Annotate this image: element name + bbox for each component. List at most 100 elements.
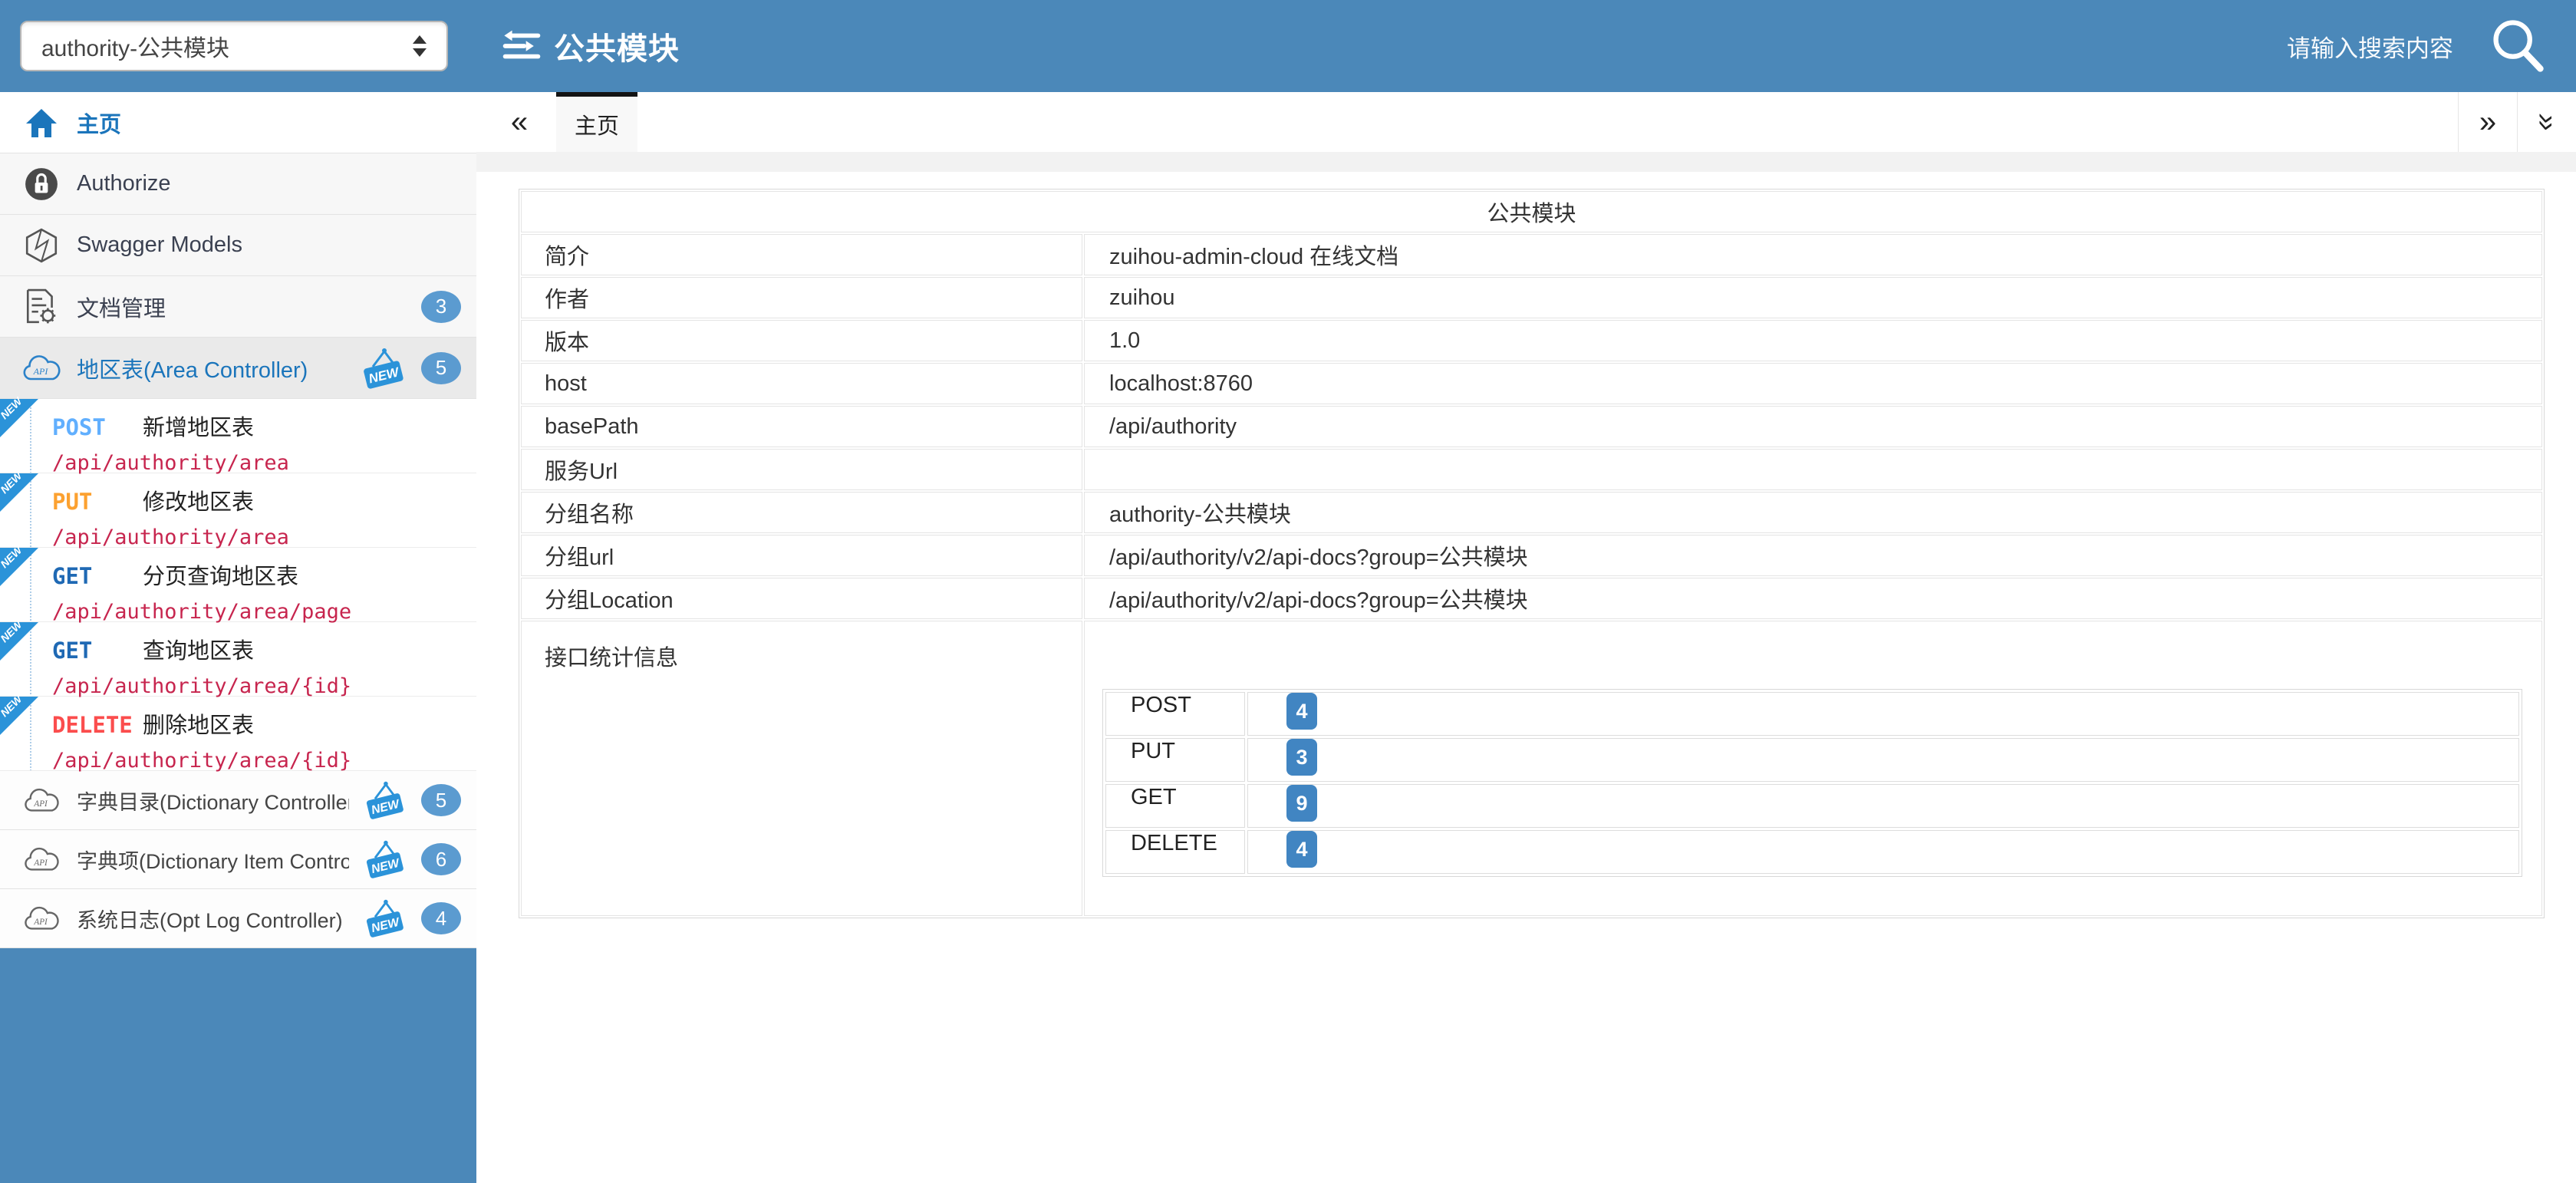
sidebar-item-label: 地区表(Area Controller) [77, 352, 346, 384]
endpoint-title: 分页查询地区表 [143, 559, 298, 591]
count-badge: 6 [421, 843, 461, 875]
new-ribbon-icon: NEW [0, 697, 38, 735]
svg-text:API: API [33, 858, 48, 867]
table-row: 分组名称 authority-公共模块 [521, 492, 2542, 533]
new-ribbon-icon: NEW [0, 399, 38, 437]
table-row: host localhost:8760 [521, 363, 2542, 404]
table-row: 分组url /api/authority/v2/api-docs?group=公… [521, 535, 2542, 576]
sidebar-item-home[interactable]: 主页 [0, 92, 476, 153]
sidebar-item-label: Authorize [77, 171, 461, 196]
sidebar-item-dictionary-item-controller[interactable]: API 字典项(Dictionary Item Controller) NEW … [0, 830, 476, 889]
top-header: authority-公共模块 公共模块 请输入搜索内容 [0, 0, 2576, 92]
search-input[interactable]: 请输入搜索内容 [2287, 29, 2453, 64]
svg-text:API: API [33, 799, 48, 808]
count-badge: 4 [421, 902, 461, 934]
new-tag-icon: NEW [363, 839, 407, 880]
endpoint-title: 查询地区表 [143, 633, 254, 665]
sidebar-item-swagger-models[interactable]: Swagger Models [0, 215, 476, 276]
stats-method: GET [1105, 784, 1245, 828]
sidebar-item-label: 文档管理 [77, 291, 407, 323]
table-row: 服务Url [521, 449, 2542, 490]
api-cloud-icon: API [20, 845, 63, 874]
sidebar-filler [0, 948, 476, 1183]
stats-row: POST 4 [1105, 692, 2519, 736]
sliders-icon [502, 28, 542, 64]
sidebar-item-opt-log-controller[interactable]: API 系统日志(Opt Log Controller) NEW 4 [0, 889, 476, 948]
api-cloud-icon: API [20, 786, 63, 815]
table-row: 版本 1.0 [521, 320, 2542, 361]
endpoint-path: /api/authority/area/{id} [52, 749, 469, 773]
sidebar-item-doc-manage[interactable]: 文档管理 3 [0, 276, 476, 338]
sidebar-item-dictionary-controller[interactable]: API 字典目录(Dictionary Controller) NEW 5 [0, 771, 476, 830]
endpoint-title: 删除地区表 [143, 707, 254, 740]
scroll-tabs-right-button[interactable]: » [2459, 92, 2517, 152]
table-row: 公共模块 [521, 191, 2542, 232]
endpoint-title: 修改地区表 [143, 484, 254, 516]
stats-count-badge: 9 [1286, 785, 1317, 822]
endpoint-path: /api/authority/area/{id} [52, 674, 469, 698]
new-ribbon-icon: NEW [0, 548, 38, 586]
endpoint-get-area-page[interactable]: NEW GET 分页查询地区表 /api/authority/area/page [0, 548, 476, 622]
api-group-select[interactable]: authority-公共模块 [20, 21, 448, 71]
http-method: POST [52, 414, 143, 440]
double-chevron-down-icon: » [2530, 114, 2564, 130]
swagger-bootstrap-ui-app: authority-公共模块 公共模块 请输入搜索内容 [0, 0, 2576, 1183]
stats-row: GET 9 [1105, 784, 2519, 828]
api-cloud-icon: API [20, 905, 63, 933]
tab-home[interactable]: 主页 [556, 92, 637, 152]
search-area: 请输入搜索内容 [2287, 15, 2576, 77]
tab-spacer [637, 92, 2458, 152]
home-icon [20, 107, 63, 139]
count-badge: 3 [421, 291, 461, 323]
new-ribbon-icon: NEW [0, 473, 38, 512]
endpoint-get-area-id[interactable]: NEW GET 查询地区表 /api/authority/area/{id} [0, 622, 476, 697]
api-group-selected-value: authority-公共模块 [41, 29, 413, 63]
stats-method: POST [1105, 692, 1245, 736]
table-row: 作者 zuihou [521, 277, 2542, 318]
table-row: 分组Location /api/authority/v2/api-docs?gr… [521, 578, 2542, 619]
api-cloud-icon: API [20, 353, 63, 384]
endpoint-path: /api/authority/area [52, 451, 469, 475]
page-title: 公共模块 [554, 24, 680, 68]
endpoint-list: NEW POST 新增地区表 /api/authority/area NEW P… [0, 399, 476, 771]
sidebar-item-label: 系统日志(Opt Log Controller) [77, 904, 349, 934]
new-ribbon-icon: NEW [0, 622, 38, 661]
stats-count-badge: 3 [1286, 739, 1317, 776]
select-arrows-icon [413, 35, 427, 57]
stats-row: DELETE 4 [1105, 830, 2519, 874]
document-gear-icon [20, 288, 63, 325]
sidebar: 主页 Authorize Swagger Models [0, 92, 476, 1183]
scroll-tabs-left-button[interactable]: « [490, 92, 548, 152]
svg-text:API: API [33, 366, 49, 377]
sidebar-item-label: 主页 [77, 107, 461, 139]
stats-count-badge: 4 [1286, 693, 1317, 730]
table-row: 简介 zuihou-admin-cloud 在线文档 [521, 234, 2542, 275]
tab-menu-collapse-button[interactable]: » [2518, 92, 2576, 152]
stats-count-badge: 4 [1286, 831, 1317, 868]
sidebar-item-authorize[interactable]: Authorize [0, 153, 476, 215]
models-hexagon-icon [20, 227, 63, 264]
sidebar-item-area-controller[interactable]: API 地区表(Area Controller) NEW 5 [0, 338, 476, 399]
svg-text:API: API [33, 917, 48, 926]
table-row-stats: 接口统计信息 POST 4 PUT 3 GET 9 [521, 621, 2542, 916]
endpoint-delete-area-id[interactable]: NEW DELETE 删除地区表 /api/authority/area/{id… [0, 697, 476, 771]
sidebar-item-label: 字典目录(Dictionary Controller) [77, 786, 349, 816]
table-title: 公共模块 [521, 191, 2542, 232]
new-tag-icon: NEW [363, 779, 407, 821]
lock-icon [20, 166, 63, 202]
endpoint-post-area[interactable]: NEW POST 新增地区表 /api/authority/area [0, 399, 476, 473]
search-icon[interactable] [2487, 15, 2548, 77]
new-tag-icon: NEW [363, 898, 407, 939]
http-method: GET [52, 563, 143, 589]
count-badge: 5 [421, 784, 461, 816]
endpoint-path: /api/authority/area/page [52, 600, 469, 624]
new-tag-icon: NEW [360, 346, 407, 390]
stats-method: PUT [1105, 738, 1245, 782]
table-row: basePath /api/authority [521, 406, 2542, 447]
tab-bar: « 主页 » » [476, 92, 2576, 152]
http-method: DELETE [52, 712, 143, 738]
main-content: « 主页 » » 公共模块 简介 zuihou-admin-cloud 在线文档… [476, 92, 2576, 1183]
sidebar-item-label: 字典项(Dictionary Item Controller) [77, 845, 349, 875]
endpoint-put-area[interactable]: NEW PUT 修改地区表 /api/authority/area [0, 473, 476, 548]
http-method: PUT [52, 489, 143, 515]
